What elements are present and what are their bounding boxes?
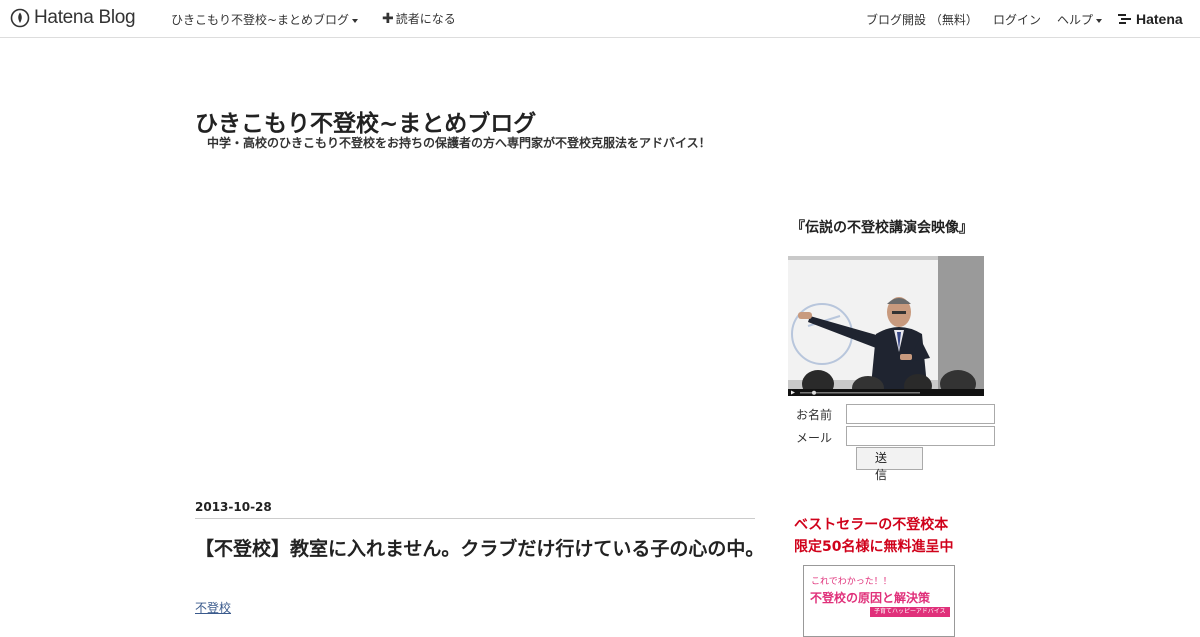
book-cover-banner[interactable]: これでわかった！！ 不登校の原因と解決策 子育てハッピーアドバイス (803, 565, 955, 637)
book-badge: 子育てハッピーアドバイス (870, 607, 950, 617)
book-subtitle: これでわかった！！ (811, 577, 892, 587)
entry-category-link[interactable]: 不登校 (195, 599, 231, 616)
brand-name: Hatena Blog (34, 7, 136, 28)
follow-button[interactable]: ✚ 読者になる (382, 10, 456, 27)
book-title: 不登校の原因と解決策 (810, 591, 931, 605)
name-input[interactable] (846, 404, 995, 424)
blog-description: 中学・高校のひきこもり不登校をお持ちの保護者の方へ専門家が不登校克服法をアドバイ… (207, 136, 711, 150)
chevron-down-icon (1096, 18, 1103, 23)
blog-menu-dropdown[interactable]: ひきこもり不登校~まとめブログ (171, 11, 359, 28)
hatena-blog-logo[interactable]: Hatena Blog (10, 7, 136, 29)
blog-menu-label: ひきこもり不登校~まとめブログ (171, 13, 350, 27)
login-label: ログイン (993, 13, 1042, 27)
chevron-down-icon (352, 18, 359, 23)
login-link[interactable]: ログイン (993, 11, 1041, 28)
lecture-video-thumbnail[interactable] (788, 256, 984, 396)
entry-date[interactable]: 2013-10-28 (195, 500, 272, 514)
mail-label: メール (796, 431, 833, 445)
blog-title[interactable]: ひきこもり不登校~まとめブログ (195, 104, 536, 138)
promo-line-2[interactable]: 限定50名様に無料進呈中 (794, 536, 953, 556)
entry-divider (195, 518, 755, 519)
entry-title[interactable]: 【不登校】教室に入れません。クラブだけ行けている子の心の中。 (195, 535, 765, 563)
follow-label: 読者になる (395, 12, 456, 26)
signup-label: ブログ開設 （無料） (866, 13, 978, 27)
help-label: ヘルプ (1057, 13, 1094, 27)
email-input[interactable] (846, 426, 995, 446)
video-heading: 『伝説の不登校講演会映像』 (791, 220, 973, 236)
plus-icon: ✚ (382, 11, 394, 27)
global-header: Hatena Blog ひきこもり不登校~まとめブログ ✚ 読者になる ブログ開設… (0, 0, 1200, 38)
help-dropdown[interactable]: ヘルプ (1057, 11, 1103, 28)
submit-button[interactable]: 送信 (856, 447, 923, 482)
promo-line-1[interactable]: ベストセラーの不登校本 (794, 514, 948, 534)
hatena-blog-logo-icon (10, 8, 30, 28)
name-label: お名前 (796, 408, 833, 422)
hatena-logo-icon (1118, 14, 1131, 24)
lecture-video-image (788, 256, 984, 396)
signup-link[interactable]: ブログ開設 （無料） (866, 11, 978, 28)
hatena-link[interactable]: Hatena (1118, 11, 1183, 27)
hatena-label: Hatena (1136, 11, 1183, 27)
